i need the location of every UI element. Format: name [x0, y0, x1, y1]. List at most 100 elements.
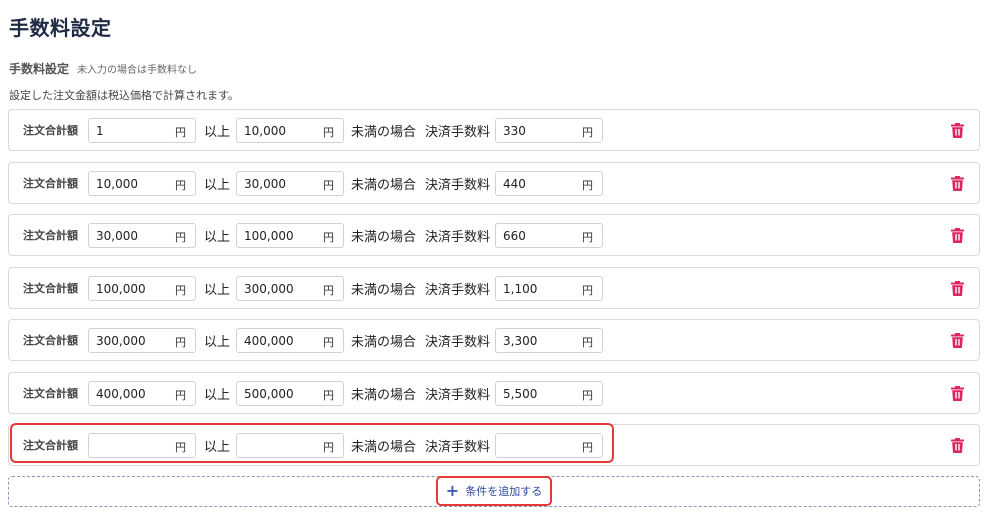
to-amount-input[interactable]: 30,000 円 — [236, 170, 344, 196]
fee-amount-value: 660 — [503, 229, 526, 243]
trash-icon[interactable] — [951, 438, 964, 453]
to-amount-input[interactable]: 円 — [236, 433, 344, 458]
or-more-label: 以上 — [204, 387, 231, 403]
yen-unit: 円 — [582, 388, 593, 402]
order-total-label: 注文合計額 — [23, 281, 78, 295]
to-amount-value: 100,000 — [244, 229, 294, 243]
order-total-label: 注文合計額 — [23, 124, 78, 137]
less-than-label: 未満の場合 — [351, 282, 417, 298]
order-total-label: 注文合計額 — [23, 386, 78, 400]
or-more-label: 以上 — [204, 440, 231, 455]
from-amount-value: 300,000 — [96, 334, 146, 348]
trash-icon[interactable] — [951, 333, 964, 348]
yen-unit: 円 — [323, 388, 334, 402]
trash-icon[interactable] — [951, 280, 964, 296]
fee-row: 注文合計額 10,000 円 以上 30,000 円 未満の場合 決済手数料 4… — [8, 161, 980, 204]
from-amount-input[interactable]: 1 円 — [88, 118, 196, 143]
yen-unit: 円 — [582, 283, 593, 297]
fee-row: 注文合計額 300,000 円 以上 400,000 円 未満の場合 決済手数料… — [8, 319, 980, 361]
fee-label: 決済手数料 — [425, 387, 491, 403]
trash-icon[interactable] — [951, 123, 964, 138]
yen-unit: 円 — [582, 336, 593, 349]
fee-amount-input[interactable]: 3,300 円 — [495, 328, 603, 353]
to-amount-input[interactable]: 400,000 円 — [236, 328, 344, 353]
from-amount-value: 30,000 — [96, 229, 138, 243]
to-amount-value: 300,000 — [244, 281, 294, 296]
from-amount-value: 1 — [96, 124, 104, 138]
from-amount-input[interactable]: 400,000 円 — [88, 380, 196, 406]
or-more-label: 以上 — [204, 177, 231, 193]
to-amount-input[interactable]: 100,000 円 — [236, 223, 344, 248]
plus-icon: + — [445, 481, 460, 500]
order-total-label: 注文合計額 — [23, 176, 78, 190]
fee-label: 決済手数料 — [425, 125, 491, 140]
trash-icon[interactable] — [951, 385, 964, 401]
fee-row: 注文合計額 30,000 円 以上 100,000 円 未満の場合 決済手数料 … — [8, 214, 980, 256]
fee-row: 注文合計額 円 以上 円 未満の場合 決済手数料 円 — [8, 424, 980, 466]
fee-amount-value: 3,300 — [503, 334, 538, 348]
yen-unit: 円 — [323, 441, 334, 454]
less-than-label: 未満の場合 — [351, 230, 417, 245]
to-amount-input[interactable]: 10,000 円 — [236, 118, 344, 143]
yen-unit: 円 — [175, 283, 186, 297]
yen-unit: 円 — [175, 231, 186, 244]
from-amount-input[interactable]: 円 — [88, 433, 196, 458]
section-note: 未入力の場合は手数料なし — [77, 65, 198, 76]
less-than-label: 未満の場合 — [351, 387, 417, 403]
yen-unit: 円 — [582, 126, 593, 139]
fee-amount-value: 440 — [503, 176, 526, 191]
order-total-label: 注文合計額 — [23, 229, 78, 242]
tax-description: 設定した注文金額は税込価格で計算されます。 — [9, 89, 239, 102]
to-amount-value: 10,000 — [244, 124, 286, 138]
fee-label: 決済手数料 — [425, 230, 491, 245]
trash-icon[interactable] — [951, 228, 964, 243]
fee-amount-input[interactable]: 1,100 円 — [495, 275, 603, 301]
add-condition-button[interactable]: + 条件を追加する — [436, 476, 552, 506]
add-condition-label: 条件を追加する — [465, 485, 543, 498]
yen-unit: 円 — [323, 178, 334, 192]
section-label: 手数料設定 — [9, 62, 70, 76]
fee-amount-input[interactable]: 5,500 円 — [495, 380, 603, 406]
from-amount-value: 100,000 — [96, 281, 146, 296]
yen-unit: 円 — [175, 388, 186, 402]
less-than-label: 未満の場合 — [351, 440, 417, 455]
fee-label: 決済手数料 — [425, 440, 491, 455]
fee-row: 注文合計額 1 円 以上 10,000 円 未満の場合 決済手数料 330 円 — [8, 109, 980, 151]
from-amount-input[interactable]: 10,000 円 — [88, 170, 196, 196]
from-amount-value: 10,000 — [96, 176, 138, 191]
from-amount-value: 400,000 — [96, 386, 146, 401]
from-amount-input[interactable]: 100,000 円 — [88, 275, 196, 301]
yen-unit: 円 — [175, 441, 186, 454]
trash-icon[interactable] — [951, 175, 964, 191]
to-amount-input[interactable]: 500,000 円 — [236, 380, 344, 406]
fee-amount-value: 1,100 — [503, 281, 538, 296]
fee-amount-input[interactable]: 660 円 — [495, 223, 603, 248]
order-total-label: 注文合計額 — [23, 439, 78, 452]
fee-label: 決済手数料 — [425, 335, 491, 350]
order-total-label: 注文合計額 — [23, 334, 78, 347]
to-amount-value: 30,000 — [244, 176, 286, 191]
yen-unit: 円 — [582, 178, 593, 192]
from-amount-input[interactable]: 300,000 円 — [88, 328, 196, 353]
yen-unit: 円 — [582, 441, 593, 454]
yen-unit: 円 — [175, 336, 186, 349]
fee-amount-input[interactable]: 440 円 — [495, 170, 603, 196]
fee-label: 決済手数料 — [425, 282, 491, 298]
page-title: 手数料設定 — [9, 16, 112, 40]
fee-rows: 注文合計額 1 円 以上 10,000 円 未満の場合 決済手数料 330 円 … — [8, 109, 980, 477]
or-more-label: 以上 — [204, 230, 231, 245]
less-than-label: 未満の場合 — [351, 125, 417, 140]
section-header: 手数料設定 未入力の場合は手数料なし — [9, 60, 197, 77]
to-amount-value: 500,000 — [244, 386, 294, 401]
yen-unit: 円 — [323, 231, 334, 244]
from-amount-input[interactable]: 30,000 円 — [88, 223, 196, 248]
or-more-label: 以上 — [204, 282, 231, 298]
fee-amount-input[interactable]: 円 — [495, 433, 603, 458]
fee-label: 決済手数料 — [425, 177, 491, 193]
less-than-label: 未満の場合 — [351, 335, 417, 350]
fee-amount-input[interactable]: 330 円 — [495, 118, 603, 143]
yen-unit: 円 — [175, 178, 186, 192]
or-more-label: 以上 — [204, 125, 231, 140]
to-amount-input[interactable]: 300,000 円 — [236, 275, 344, 301]
yen-unit: 円 — [323, 126, 334, 139]
